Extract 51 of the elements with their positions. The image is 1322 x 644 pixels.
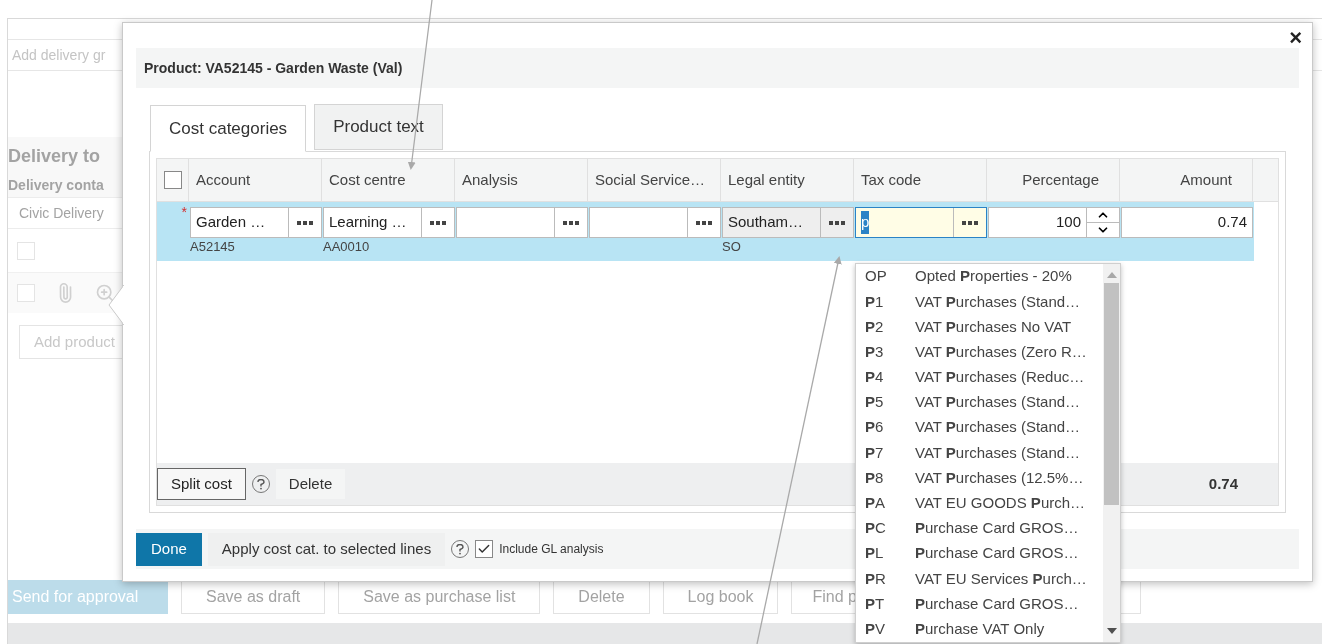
dropdown-option[interactable]: P3 VAT Purchases (Zero R…: [856, 339, 1103, 365]
close-button[interactable]: ×: [1289, 27, 1302, 49]
down-arrow-icon[interactable]: [1106, 628, 1117, 634]
apply-button[interactable]: Apply cost cat. to selected lines: [207, 532, 446, 566]
tab[interactable]: Product text: [314, 104, 443, 150]
number-spinner[interactable]: 100: [988, 207, 1120, 238]
code-text: AA0010: [323, 239, 370, 255]
code-text: SO: [722, 239, 741, 255]
column-header[interactable]: Amount: [1180, 168, 1232, 192]
dropdown-option[interactable]: P6 VAT Purchases (Stand…: [856, 415, 1103, 441]
dropdown-option[interactable]: P7 VAT Purchases (Stand…: [856, 440, 1103, 466]
field-label: Delivery conta: [8, 176, 105, 195]
tab[interactable]: Cost categories: [150, 105, 307, 152]
lookup-field[interactable]: Learning …: [323, 207, 455, 238]
checkbox-label: Include GL analysis: [499, 541, 604, 558]
column-header[interactable]: Legal entity: [728, 168, 805, 192]
lookup-field[interactable]: [456, 207, 588, 238]
total-amount: 0.74: [1208, 473, 1238, 494]
split-cost-button[interactable]: Split cost: [157, 468, 246, 500]
dropdown-option[interactable]: PT Purchase Card GROS…: [856, 591, 1103, 617]
check-icon: [477, 542, 492, 556]
required-mark: *: [181, 205, 187, 222]
column-header[interactable]: Percentage: [1022, 168, 1099, 192]
dropdown-option[interactable]: P5 VAT Purchases (Stand…: [856, 389, 1103, 416]
checkbox[interactable]: [475, 540, 494, 558]
dropdown-option[interactable]: P4 VAT Purchases (Reduc…: [856, 364, 1103, 390]
dropdown-option[interactable]: PV Purchase VAT Only: [856, 616, 1103, 642]
column-header[interactable]: Tax code: [861, 168, 922, 192]
code-text: A52145: [190, 239, 235, 255]
dropdown-option[interactable]: P8 VAT Purchases (12.5%…: [856, 465, 1103, 491]
amount-field[interactable]: 0.74: [1121, 207, 1253, 238]
dropdown-option[interactable]: PR VAT EU Services Purch…: [856, 566, 1103, 592]
dropdown-option[interactable]: PL Purchase Card GROS…: [856, 541, 1103, 567]
dropdown-option[interactable]: P1 VAT Purchases (Stand…: [856, 289, 1103, 315]
dropdown-option[interactable]: PC Purchase Card GROS…: [856, 515, 1103, 542]
column-header[interactable]: Social Service…: [595, 168, 706, 192]
delete-button[interactable]: Delete: [275, 469, 346, 499]
dropdown-option[interactable]: OP Opted Properties - 20%: [856, 264, 1103, 290]
lookup-field[interactable]: p: [855, 207, 987, 238]
column-header[interactable]: Account: [196, 168, 251, 192]
dropdown-option[interactable]: P2 VAT Purchases No VAT: [856, 314, 1103, 340]
lookup-field[interactable]: Garden …: [190, 207, 322, 238]
lookup-field[interactable]: [589, 207, 721, 238]
dropdown-option[interactable]: PA VAT EU GOODS Purch…: [856, 490, 1103, 516]
done-button[interactable]: Done: [136, 532, 202, 566]
dialog-title: Product: VA52145 - Garden Waste (Val): [144, 58, 403, 78]
checkbox[interactable]: [163, 171, 182, 189]
column-header[interactable]: Cost centre: [329, 168, 406, 192]
column-header[interactable]: Analysis: [462, 168, 518, 192]
section-title: Delivery to: [8, 144, 102, 168]
scrollbar[interactable]: [1103, 264, 1120, 642]
